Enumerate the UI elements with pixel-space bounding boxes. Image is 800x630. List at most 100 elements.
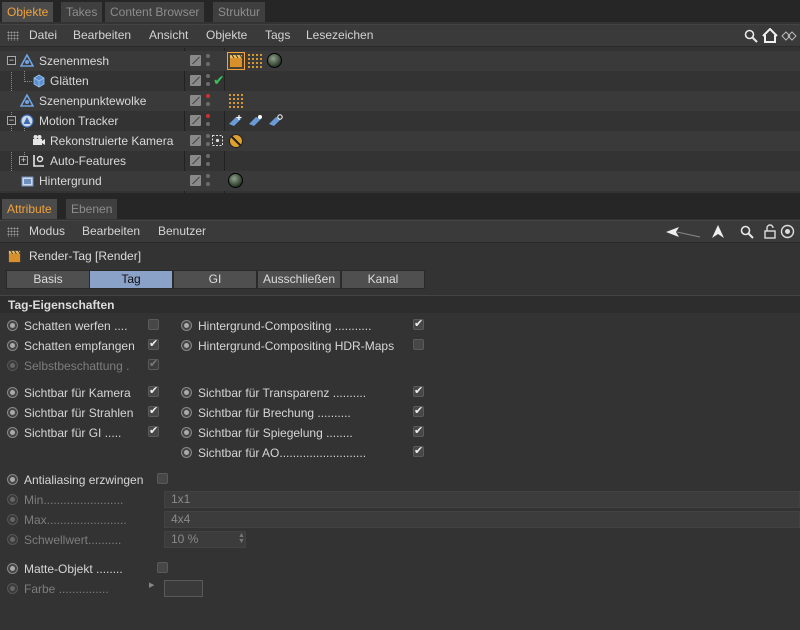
animation-radio-icon[interactable] <box>7 534 18 545</box>
menu-modus[interactable]: Modus <box>29 224 65 238</box>
schatten-empfangen-checkbox[interactable]: ✔ <box>148 339 159 350</box>
double-chevron-icon[interactable] <box>781 31 797 41</box>
render-visibility-dot[interactable] <box>206 182 210 186</box>
menu-bearbeiten[interactable]: Bearbeiten <box>82 224 140 238</box>
tree-row-auto-features[interactable]: + Auto-Features <box>0 151 800 171</box>
animation-radio-icon[interactable] <box>7 340 18 351</box>
tab-basis[interactable]: Basis <box>6 270 90 289</box>
animation-radio-icon[interactable] <box>7 320 18 331</box>
visibility-toggle-icon[interactable] <box>190 135 201 146</box>
animation-radio-icon[interactable] <box>7 387 18 398</box>
matte-objekt-checkbox[interactable] <box>157 562 168 573</box>
editor-visibility-dot[interactable] <box>206 74 210 78</box>
tree-row-glaetten[interactable]: Glätten ✔ <box>0 71 800 91</box>
animation-radio-icon[interactable] <box>7 563 18 574</box>
back-arrow-icon[interactable] <box>665 226 701 238</box>
editor-visibility-dot[interactable] <box>206 174 210 178</box>
animation-radio-icon[interactable] <box>181 447 192 458</box>
tree-row-motion-tracker[interactable]: − Motion Tracker <box>0 111 800 131</box>
sichtbar-brechung-checkbox[interactable]: ✔ <box>413 406 424 417</box>
material-tag-icon[interactable] <box>267 53 282 68</box>
tab-ausschliessen[interactable]: Ausschließen <box>257 270 341 289</box>
tree-row-szenenmesh[interactable]: − Szenenmesh <box>0 51 800 71</box>
tab-kanal[interactable]: Kanal <box>341 270 425 289</box>
sichtbar-gi-checkbox[interactable]: ✔ <box>148 426 159 437</box>
animation-radio-icon[interactable] <box>181 427 192 438</box>
farbe-color-swatch[interactable] <box>164 580 203 597</box>
sichtbar-strahlen-checkbox[interactable]: ✔ <box>148 406 159 417</box>
schwellwert-input[interactable]: 10 % <box>164 531 246 548</box>
menu-datei[interactable]: Datei <box>29 28 57 42</box>
sichtbar-spiegelung-checkbox[interactable]: ✔ <box>413 426 424 437</box>
menu-tags[interactable]: Tags <box>265 28 290 42</box>
lock-icon[interactable] <box>764 224 776 239</box>
tab-ebenen[interactable]: Ebenen <box>66 199 118 219</box>
editor-visibility-dot[interactable] <box>206 154 210 158</box>
render-visibility-dot[interactable] <box>206 62 210 66</box>
material-tag-icon[interactable] <box>228 173 243 188</box>
constraint-tag-icon[interactable] <box>228 114 244 128</box>
up-arrow-icon[interactable] <box>711 224 725 239</box>
collapse-icon[interactable]: − <box>7 116 16 125</box>
render-tag-icon[interactable] <box>227 52 245 70</box>
render-visibility-dot[interactable] <box>206 162 210 166</box>
max-dropdown[interactable]: 4x4 <box>164 511 800 528</box>
min-dropdown[interactable]: 1x1 <box>164 491 800 508</box>
schatten-werfen-checkbox[interactable] <box>148 319 159 330</box>
constraint-tag-icon[interactable] <box>268 114 284 128</box>
tree-row-hintergrund[interactable]: Hintergrund <box>0 171 800 191</box>
sichtbar-transparenz-checkbox[interactable]: ✔ <box>413 386 424 397</box>
menu-ansicht[interactable]: Ansicht <box>149 28 188 42</box>
home-icon[interactable] <box>762 28 778 43</box>
animation-radio-icon[interactable] <box>7 474 18 485</box>
sichtbar-ao-checkbox[interactable]: ✔ <box>413 446 424 457</box>
tab-tag[interactable]: Tag <box>89 270 173 289</box>
expand-arrow-icon[interactable]: ▶ <box>149 581 154 589</box>
point-tag-icon[interactable] <box>228 93 244 109</box>
hintergrund-compositing-checkbox[interactable]: ✔ <box>413 319 424 330</box>
visibility-toggle-icon[interactable] <box>190 115 201 126</box>
stepper-arrows-icon[interactable]: ▲ ▼ <box>238 532 245 545</box>
grip-icon[interactable] <box>7 31 19 41</box>
tab-struktur[interactable]: Struktur <box>213 2 266 22</box>
grip-icon[interactable] <box>7 227 19 237</box>
animation-radio-icon[interactable] <box>7 427 18 438</box>
animation-radio-icon[interactable] <box>7 514 18 525</box>
hdr-maps-checkbox[interactable] <box>413 339 424 350</box>
tab-objekte[interactable]: Objekte <box>2 2 54 22</box>
constraint-tag-icon[interactable] <box>248 114 264 128</box>
animation-radio-icon[interactable] <box>7 360 18 371</box>
menu-lesezeichen[interactable]: Lesezeichen <box>306 28 373 42</box>
antialiasing-checkbox[interactable] <box>157 473 168 484</box>
tab-takes[interactable]: Takes <box>61 2 103 22</box>
tab-content-browser[interactable]: Content Browser <box>105 2 205 22</box>
sichtbar-kamera-checkbox[interactable]: ✔ <box>148 386 159 397</box>
editor-visibility-dot[interactable] <box>206 54 210 58</box>
menu-benutzer[interactable]: Benutzer <box>158 224 206 238</box>
visibility-toggle-icon[interactable] <box>190 75 201 86</box>
visibility-toggle-icon[interactable] <box>190 95 201 106</box>
visibility-toggle-icon[interactable] <box>190 55 201 66</box>
search-icon[interactable] <box>740 225 754 239</box>
render-visibility-dot[interactable] <box>206 82 210 86</box>
tab-attribute[interactable]: Attribute <box>2 199 57 219</box>
collapse-icon[interactable]: − <box>7 56 16 65</box>
visibility-toggle-icon[interactable] <box>190 175 201 186</box>
editor-visibility-dot[interactable] <box>206 114 210 118</box>
animation-radio-icon[interactable] <box>7 583 18 594</box>
animation-radio-icon[interactable] <box>7 407 18 418</box>
enabled-check-icon[interactable]: ✔ <box>213 72 225 89</box>
animation-radio-icon[interactable] <box>181 407 192 418</box>
render-visibility-dot[interactable] <box>206 122 210 126</box>
search-icon[interactable] <box>744 29 758 43</box>
point-tag-icon[interactable] <box>247 53 263 69</box>
animation-radio-icon[interactable] <box>181 387 192 398</box>
editor-visibility-dot[interactable] <box>206 134 210 138</box>
tab-gi[interactable]: GI <box>173 270 257 289</box>
render-visibility-dot[interactable] <box>206 142 210 146</box>
visibility-toggle-icon[interactable] <box>190 155 201 166</box>
new-panel-icon[interactable] <box>780 224 795 239</box>
menu-objekte[interactable]: Objekte <box>206 28 247 42</box>
render-visibility-dot[interactable] <box>206 102 210 106</box>
expand-icon[interactable]: + <box>19 156 28 165</box>
